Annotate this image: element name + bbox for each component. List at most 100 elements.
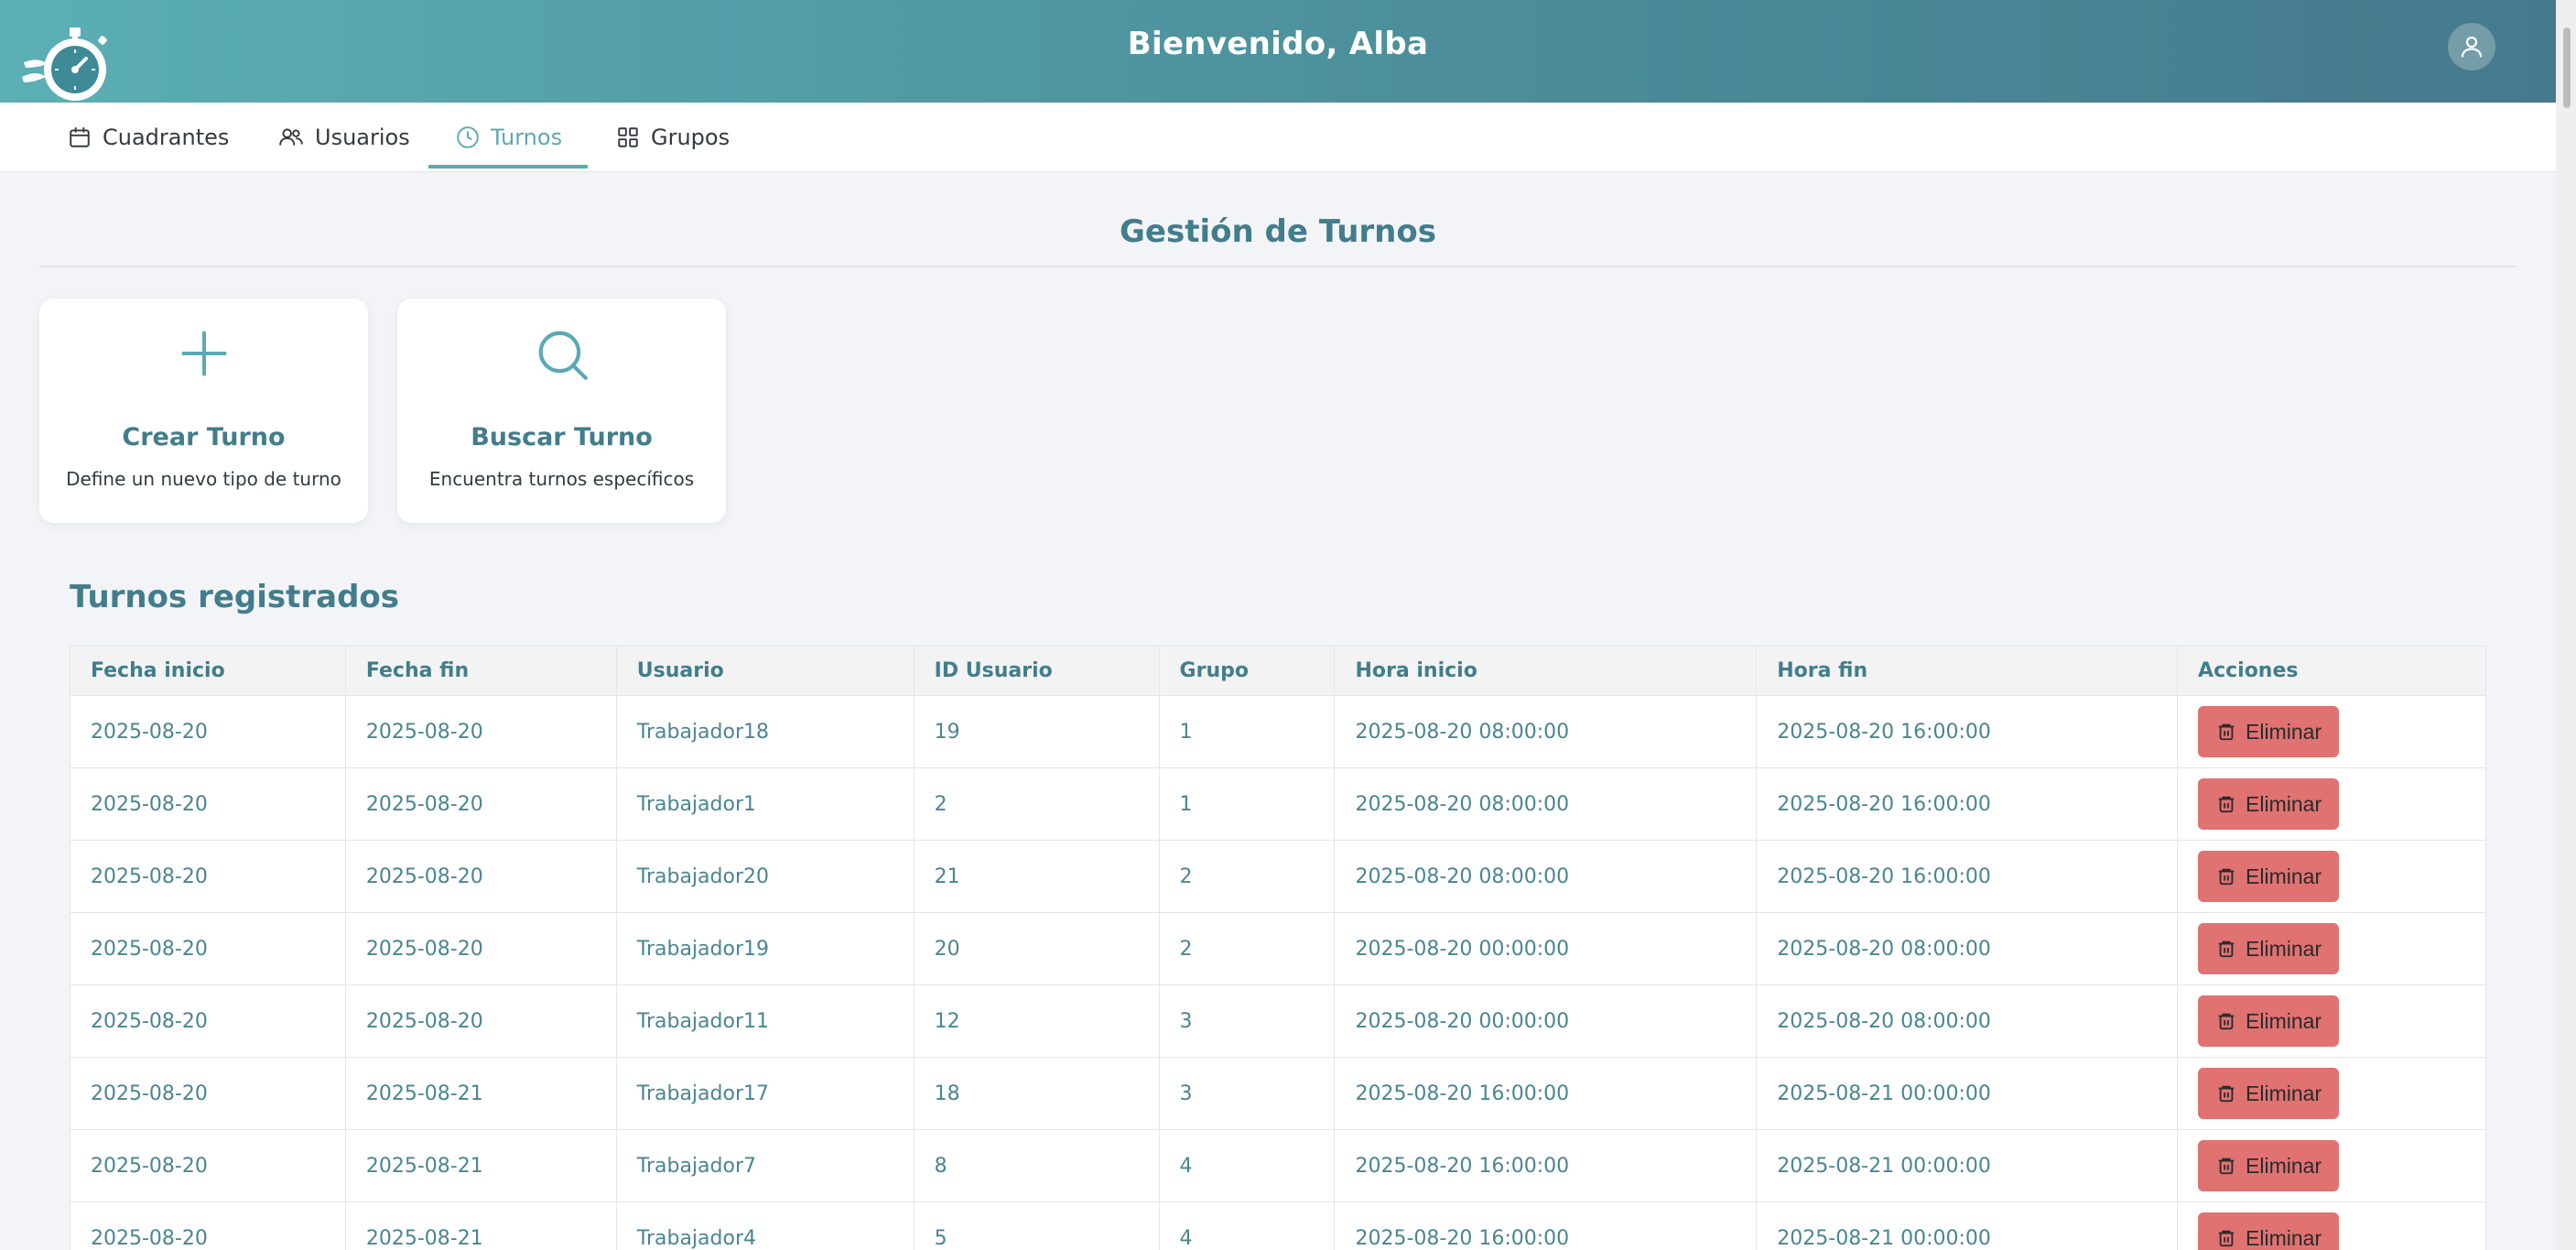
table-cell: 2025-08-20 xyxy=(344,912,617,985)
delete-button[interactable]: Eliminar xyxy=(2198,1140,2340,1191)
clock-icon xyxy=(457,126,479,148)
table-cell: 3 xyxy=(1158,1057,1336,1130)
table-cell: 1 xyxy=(1158,767,1336,841)
user-icon xyxy=(2461,36,2483,58)
main-nav: Cuadrantes Usuarios Turnos Grupos xyxy=(0,103,2556,172)
delete-button[interactable]: Eliminar xyxy=(2198,706,2340,757)
table-cell: Trabajador20 xyxy=(615,840,915,913)
table-cell: Trabajador17 xyxy=(615,1057,915,1130)
page-scrollbar[interactable] xyxy=(2556,0,2576,1250)
table-row: 2025-08-20 2025-08-20 Trabajador18 19 1 2025-… xyxy=(70,695,2486,768)
card-description: Define un nuevo tipo de turno xyxy=(66,468,341,490)
table-cell: 2025-08-20 16:00:00 xyxy=(1756,840,2179,913)
grid-icon xyxy=(618,127,638,147)
table-cell: 12 xyxy=(913,984,1160,1058)
table-cell: 5 xyxy=(913,1201,1160,1250)
table-cell: 2025-08-20 08:00:00 xyxy=(1334,840,1758,913)
users-icon xyxy=(279,128,303,146)
actions-cell: Eliminar xyxy=(2177,1201,2486,1250)
table-cell: 2025-08-21 xyxy=(344,1201,617,1250)
column-header[interactable]: Grupo xyxy=(1158,646,1336,696)
table-cell: 3 xyxy=(1158,984,1336,1058)
trash-icon xyxy=(2218,1013,2235,1030)
table-cell: Trabajador4 xyxy=(615,1201,915,1250)
card-title: Crear Turno xyxy=(122,423,286,451)
actions-cell: Eliminar xyxy=(2177,984,2486,1058)
column-header[interactable]: Fecha fin xyxy=(344,646,617,696)
table-cell: 2 xyxy=(913,767,1160,841)
table-cell: 2025-08-21 xyxy=(344,1129,617,1202)
delete-button-label: Eliminar xyxy=(2246,936,2322,961)
create-shift-card[interactable]: Crear Turno Define un nuevo tipo de turn… xyxy=(39,299,368,523)
table-cell: 20 xyxy=(913,912,1160,985)
tab-grupos-label: Grupos xyxy=(651,125,731,150)
column-header[interactable]: Fecha inicio xyxy=(70,646,346,696)
trash-icon xyxy=(2218,1085,2235,1103)
table-cell: 2025-08-20 16:00:00 xyxy=(1756,767,2179,841)
tab-cuadrantes[interactable]: Cuadrantes xyxy=(68,103,229,172)
search-shift-card[interactable]: Buscar Turno Encuentra turnos específico… xyxy=(397,299,726,523)
table-cell: Trabajador18 xyxy=(615,695,915,768)
delete-button[interactable]: Eliminar xyxy=(2198,923,2340,974)
table-cell: 2025-08-20 xyxy=(344,695,617,768)
table-cell: 2025-08-20 xyxy=(70,1057,346,1130)
delete-button-label: Eliminar xyxy=(2246,1225,2322,1250)
trash-icon xyxy=(2218,723,2235,741)
table-cell: Trabajador1 xyxy=(615,767,915,841)
calendar-icon xyxy=(70,127,90,147)
column-header[interactable]: ID Usuario xyxy=(913,646,1160,696)
delete-button[interactable]: Eliminar xyxy=(2198,778,2340,830)
table-cell: 2025-08-20 16:00:00 xyxy=(1334,1057,1758,1130)
actions-cell: Eliminar xyxy=(2177,840,2486,913)
table-cell: 19 xyxy=(913,695,1160,768)
shifts-table: Fecha inicio Fecha fin Usuario ID Usuari… xyxy=(70,646,2486,1250)
tab-usuarios[interactable]: Usuarios xyxy=(278,103,410,172)
column-header[interactable]: Usuario xyxy=(615,646,915,696)
section-title: Turnos registrados xyxy=(70,579,400,615)
table-cell: 21 xyxy=(913,840,1160,913)
trash-icon xyxy=(2218,940,2235,958)
delete-button[interactable]: Eliminar xyxy=(2198,995,2340,1047)
actions-cell: Eliminar xyxy=(2177,695,2486,768)
table-header-row: Fecha inicio Fecha fin Usuario ID Usuari… xyxy=(70,646,2486,696)
plus-icon xyxy=(181,331,226,376)
active-tab-indicator xyxy=(428,165,588,168)
delete-button-label: Eliminar xyxy=(2246,1008,2322,1033)
trash-icon xyxy=(2218,1230,2235,1247)
table-cell: 2025-08-20 16:00:00 xyxy=(1334,1201,1758,1250)
table-cell: 4 xyxy=(1158,1129,1336,1202)
column-header[interactable]: Hora inicio xyxy=(1334,646,1758,696)
table-cell: 2025-08-20 xyxy=(70,840,346,913)
trash-icon xyxy=(2218,796,2235,813)
table-row: 2025-08-20 2025-08-21 Trabajador7 8 4 2025-08… xyxy=(70,1129,2486,1202)
table-cell: Trabajador11 xyxy=(615,984,915,1058)
scrollbar-thumb[interactable] xyxy=(2563,27,2571,108)
delete-button-label: Eliminar xyxy=(2246,1153,2322,1178)
table-cell: 2025-08-20 xyxy=(344,767,617,841)
table-cell: 8 xyxy=(913,1129,1160,1202)
delete-button[interactable]: Eliminar xyxy=(2198,1212,2340,1250)
table-cell: 2 xyxy=(1158,912,1336,985)
tab-cuadrantes-label: Cuadrantes xyxy=(103,125,230,150)
delete-button[interactable]: Eliminar xyxy=(2198,851,2340,902)
actions-cell: Eliminar xyxy=(2177,1057,2486,1130)
table-cell: 2025-08-21 00:00:00 xyxy=(1756,1057,2179,1130)
table-cell: 2025-08-20 xyxy=(70,695,346,768)
table-cell: 2025-08-20 xyxy=(70,767,346,841)
table-cell: 2025-08-20 08:00:00 xyxy=(1756,984,2179,1058)
column-header[interactable]: Hora fin xyxy=(1756,646,2179,696)
delete-button[interactable]: Eliminar xyxy=(2198,1068,2340,1119)
actions-cell: Eliminar xyxy=(2177,1129,2486,1202)
table-cell: 18 xyxy=(913,1057,1160,1130)
tab-grupos[interactable]: Grupos xyxy=(616,103,730,172)
table-cell: 2025-08-20 xyxy=(344,840,617,913)
delete-button-label: Eliminar xyxy=(2246,1081,2322,1105)
tab-turnos[interactable]: Turnos xyxy=(456,103,562,172)
user-menu-button[interactable] xyxy=(2448,23,2495,71)
page-title: Gestión de Turnos xyxy=(1120,213,1436,250)
table-cell: 2025-08-20 xyxy=(70,1129,346,1202)
table-cell: 2025-08-20 xyxy=(70,984,346,1058)
delete-button-label: Eliminar xyxy=(2246,719,2322,744)
table-cell: 2025-08-20 08:00:00 xyxy=(1334,767,1758,841)
table-row: 2025-08-20 2025-08-21 Trabajador4 5 4 2025-08… xyxy=(70,1201,2486,1250)
